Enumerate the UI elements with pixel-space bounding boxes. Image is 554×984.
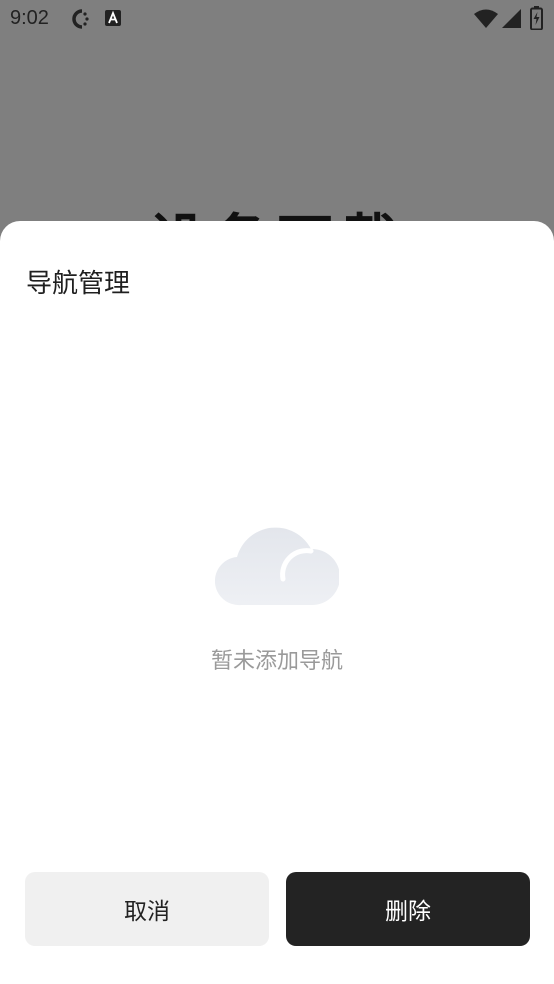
battery-charging-icon — [530, 6, 543, 34]
navigation-manage-sheet: 导航管理 暂未添加导航 取消 删除 — [0, 221, 554, 984]
cancel-button[interactable]: 取消 — [25, 872, 269, 946]
delete-button[interactable]: 删除 — [286, 872, 530, 946]
accessibility-a-icon — [105, 10, 121, 30]
cloud-icon — [214, 511, 341, 607]
sheet-title: 导航管理 — [26, 269, 131, 299]
empty-state-text: 暂未添加导航 — [210, 649, 343, 674]
status-time: 9:02 — [10, 7, 49, 29]
status-bar: 9:02 — [0, 0, 554, 38]
signal-icon — [502, 9, 521, 32]
sync-icon — [68, 8, 92, 34]
screen: 9:02 导航管理 暂未添加导航 取消 删除 — [0, 0, 554, 984]
wifi-icon — [474, 9, 498, 33]
